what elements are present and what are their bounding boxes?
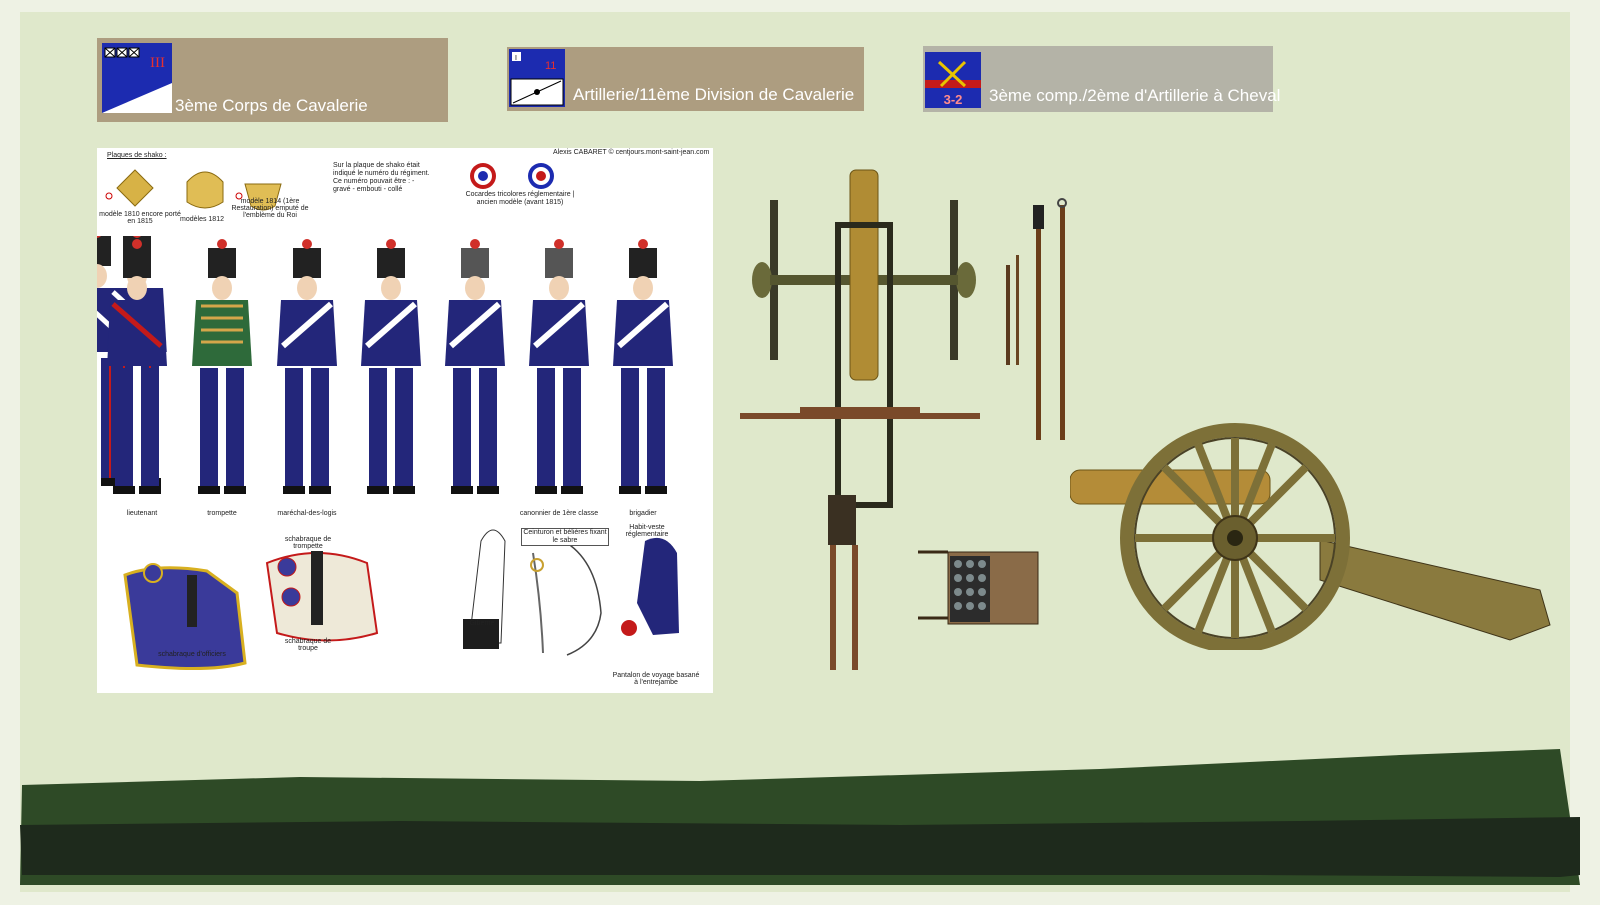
artillery-company-icon: 3-2	[925, 52, 981, 108]
ground-terrain	[20, 749, 1580, 885]
unit-label-company: 3ème comp./2ème d'Artillerie à Cheval	[989, 86, 1281, 105]
officer-saddle-caption: schabraque d'officiers	[158, 651, 226, 658]
troop-saddle-drawing	[265, 551, 379, 642]
svg-text:I: I	[515, 55, 517, 62]
figure-canonnier	[529, 239, 589, 494]
jacket-caption: Habit-veste réglementaire	[625, 524, 669, 538]
ammunition-chest	[918, 550, 1039, 625]
shako-note: Sur la plaque de shako était indiqué le …	[333, 162, 430, 193]
unit-band-company: 3-2 3ème comp./2ème d'Artillerie à Cheva…	[923, 46, 1280, 112]
uniform-plate: Alexis CABARET © centjours.mont-saint-je…	[97, 148, 713, 693]
figure-caption-1: lieutenant	[126, 510, 158, 517]
unit-band-division: I 11 Artillerie/11ème Division de Cavale…	[507, 47, 864, 111]
figure-soldier-5	[445, 239, 505, 494]
trumpet-saddle-caption: schabraque de trompette	[284, 536, 332, 550]
trousers-caption: Pantalon de voyage basané à l'entrejambe	[612, 672, 700, 686]
sword-belt-drawing	[530, 542, 602, 656]
cockade-icons	[470, 163, 554, 189]
equipment-drawings	[123, 529, 679, 671]
unit-label-corps: 3ème Corps de Cavalerie	[175, 96, 368, 115]
figure-marechal	[277, 239, 337, 494]
figure-trompette	[192, 239, 252, 494]
uniform-figures-row	[107, 239, 673, 494]
jacket-drawing	[621, 537, 679, 636]
cannon-side-view	[1070, 423, 1551, 650]
cartridge-box-drawing	[463, 529, 506, 649]
figure-caption-7: brigadier	[629, 510, 657, 517]
plate-heading: Plaques de shako :	[107, 152, 167, 159]
svg-text:3-2: 3-2	[944, 92, 963, 107]
troop-saddle-caption: schabraque de troupe	[284, 638, 332, 652]
cockade-caption: Cocardes tricolores réglementaire | anci…	[465, 191, 575, 206]
svg-text:11: 11	[545, 60, 556, 72]
svg-text:III: III	[150, 55, 165, 71]
plate-credit: Alexis CABARET © centjours.mont-saint-je…	[553, 149, 710, 156]
figure-caption-2: trompette	[207, 510, 237, 517]
badge-caption-1814: modèle 1814 (1ère Restauration) emputé d…	[231, 198, 309, 219]
division-symbol-icon: I 11	[509, 49, 565, 107]
figure-brigadier	[613, 239, 673, 494]
corps-symbol-icon: III	[102, 43, 172, 113]
figure-soldier-4	[361, 239, 421, 494]
artillery-tools	[1006, 198, 1067, 440]
figure-caption-6: canonnier de 1ère classe	[519, 510, 599, 517]
figure-lieutenant	[107, 239, 167, 494]
belt-caption: Ceinturon et bélières fixant le sabre	[521, 528, 609, 546]
unit-band-corps: III 3ème Corps de Cavalerie	[97, 38, 448, 122]
figure-caption-3: maréchal-des-logis	[277, 510, 337, 517]
unit-label-division: Artillerie/11ème Division de Cavalerie	[573, 85, 855, 104]
cartridge-caption: Giberne	[469, 620, 495, 627]
